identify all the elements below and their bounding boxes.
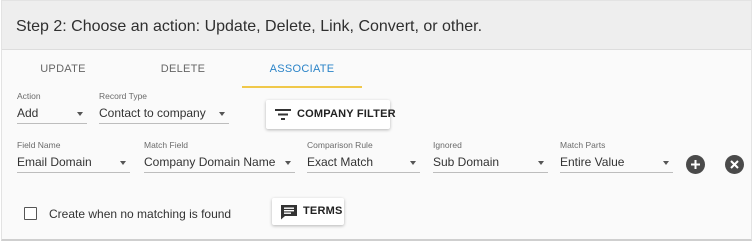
- chevron-down-icon: [120, 161, 126, 165]
- step-card: Step 2: Choose an action: Update, Delete…: [1, 0, 752, 241]
- chevron-down-icon: [410, 161, 416, 165]
- filter-icon: [275, 109, 291, 120]
- match-field-select[interactable]: Company Domain Name: [144, 151, 295, 173]
- step-header: Step 2: Choose an action: Update, Delete…: [2, 1, 751, 50]
- chevron-down-icon: [538, 161, 544, 165]
- record-type-value: Contact to company: [99, 106, 206, 120]
- comparison-rule-select[interactable]: Exact Match: [307, 151, 420, 173]
- company-filter-button[interactable]: COMPANY FILTER: [266, 100, 396, 129]
- company-filter-label: COMPANY FILTER: [297, 108, 396, 120]
- ignored-select[interactable]: Sub Domain: [433, 151, 548, 173]
- match-parts-value: Entire Value: [560, 155, 625, 169]
- record-type-label: Record Type: [99, 91, 148, 101]
- field-name-select[interactable]: Email Domain: [17, 151, 130, 173]
- action-value: Add: [17, 106, 39, 120]
- create-if-missing-checkbox[interactable]: [24, 207, 37, 220]
- chevron-down-icon: [285, 161, 291, 165]
- ignored-label: Ignored: [433, 140, 462, 150]
- ignored-value: Sub Domain: [433, 155, 500, 169]
- tab-delete[interactable]: DELETE: [133, 51, 233, 88]
- comment-icon: [281, 205, 297, 220]
- terms-label: TERMS: [303, 205, 343, 217]
- field-name-label: Field Name: [17, 140, 61, 150]
- match-field-value: Company Domain Name: [144, 155, 276, 169]
- chevron-down-icon: [219, 112, 225, 116]
- terms-button[interactable]: TERMS: [272, 198, 344, 225]
- tab-update[interactable]: UPDATE: [13, 51, 113, 88]
- create-if-missing-label: Create when no matching is found: [49, 207, 232, 221]
- close-circle-icon[interactable]: [725, 155, 744, 174]
- action-select[interactable]: Add: [17, 102, 87, 124]
- comparison-rule-value: Exact Match: [307, 155, 374, 169]
- match-parts-select[interactable]: Entire Value: [560, 151, 673, 173]
- chevron-down-icon: [663, 161, 669, 165]
- tab-associate[interactable]: ASSOCIATE: [242, 51, 362, 88]
- plus-circle-icon[interactable]: [686, 155, 705, 174]
- match-field-label: Match Field: [144, 140, 188, 150]
- match-parts-label: Match Parts: [560, 140, 606, 150]
- step-title: Step 2: Choose an action: Update, Delete…: [16, 18, 483, 35]
- chevron-down-icon: [77, 112, 83, 116]
- record-type-select[interactable]: Contact to company: [99, 102, 229, 124]
- field-name-value: Email Domain: [17, 155, 92, 169]
- comparison-rule-label: Comparison Rule: [307, 140, 373, 150]
- action-label: Action: [17, 91, 41, 101]
